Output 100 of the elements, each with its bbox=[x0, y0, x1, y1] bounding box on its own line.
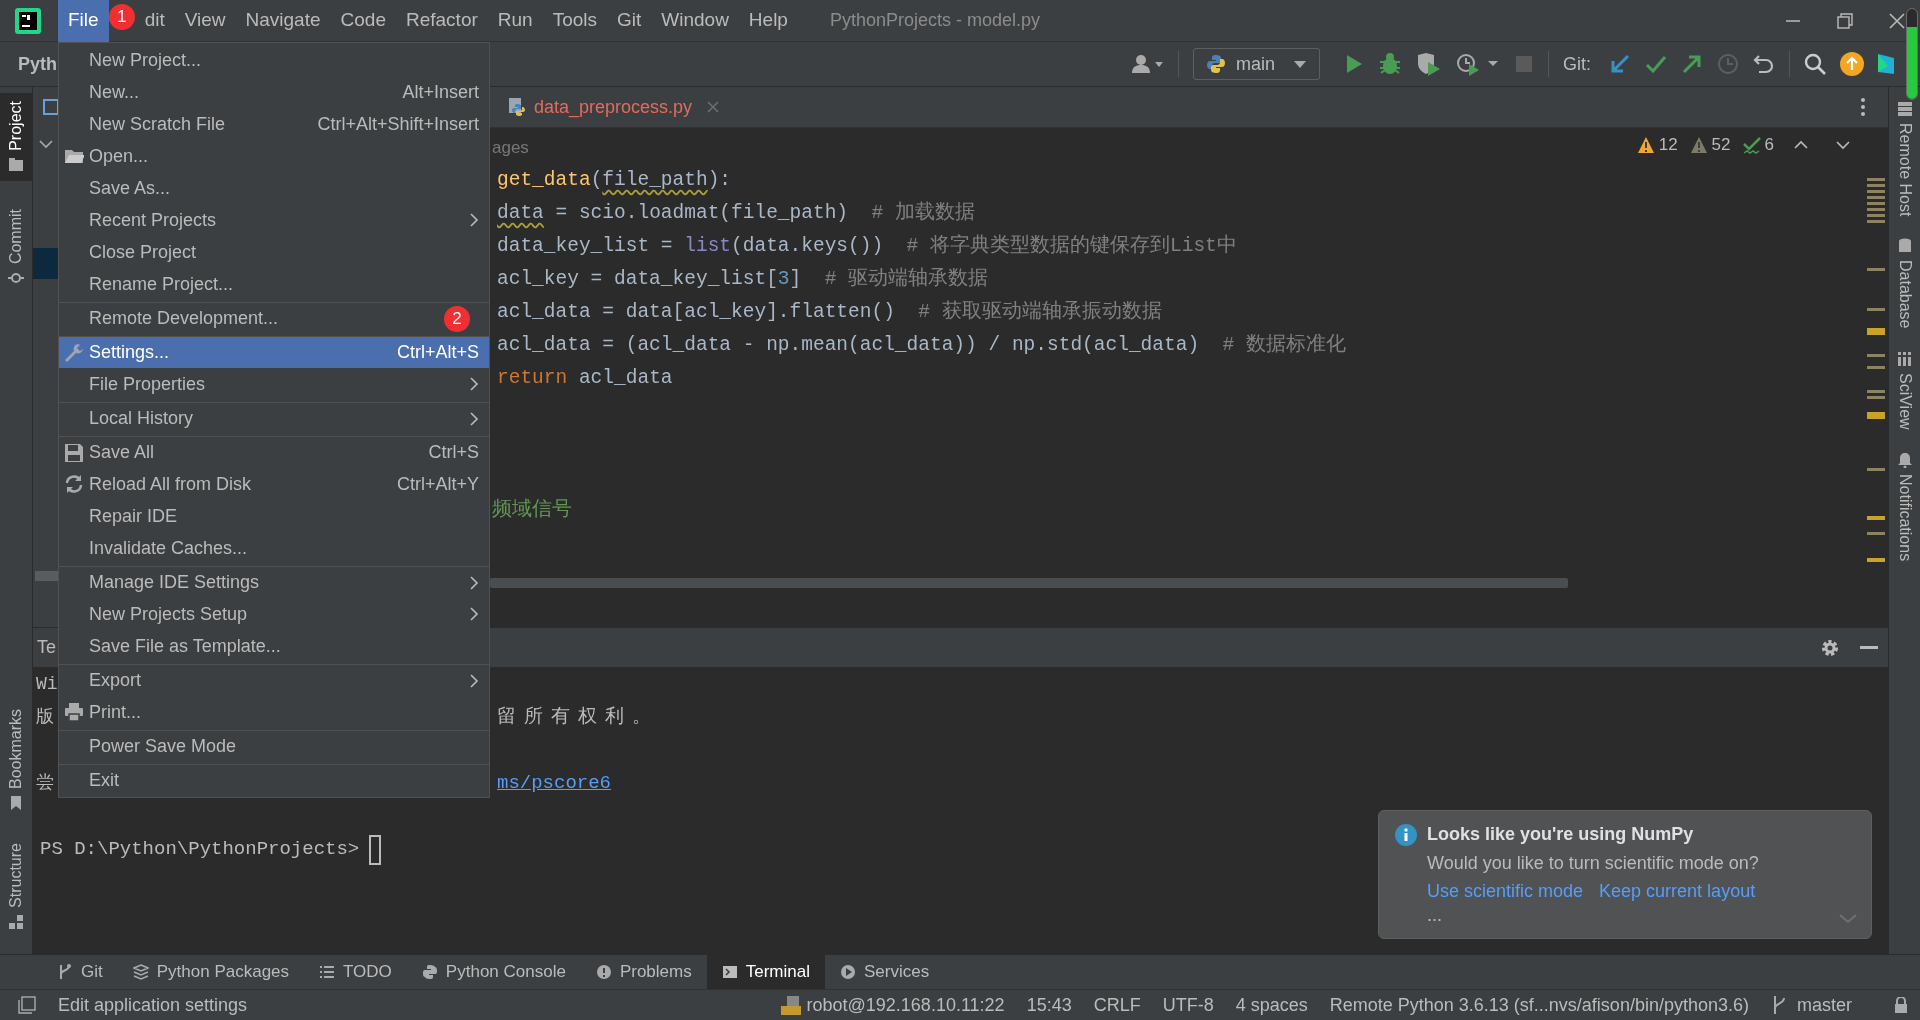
warning-icon[interactable] bbox=[1689, 135, 1708, 154]
menu-item[interactable]: Invalidate Caches... bbox=[59, 532, 489, 564]
tool-window-tab[interactable]: Python Packages bbox=[117, 954, 305, 990]
tool-window-tab[interactable]: TODO bbox=[304, 954, 407, 990]
menu-item[interactable]: Reload All from Disk Ctrl+Alt+Y bbox=[59, 468, 489, 500]
settings-icon[interactable] bbox=[1820, 637, 1840, 658]
bug-icon[interactable] bbox=[1378, 52, 1402, 76]
chevron-icon[interactable] bbox=[39, 139, 53, 149]
side-tab[interactable]: Project bbox=[0, 93, 33, 181]
tool-window-title[interactable]: Te bbox=[37, 634, 56, 661]
menu-item[interactable]: New Project... bbox=[59, 44, 489, 76]
status-item[interactable]: CRLF bbox=[1093, 991, 1141, 1019]
update-icon[interactable] bbox=[1840, 52, 1864, 76]
status-item[interactable]: Remote Python 3.6.13 (sf...nvs/afison/bin/python3.6) bbox=[1329, 991, 1749, 1019]
side-tab[interactable]: Structure bbox=[0, 835, 33, 938]
branch-icon[interactable] bbox=[1771, 995, 1787, 1015]
plugin-icon[interactable] bbox=[1878, 52, 1894, 76]
menu-item[interactable]: Exit bbox=[59, 764, 489, 796]
memory-indicator[interactable] bbox=[1906, 8, 1918, 100]
menu-item[interactable]: Tools bbox=[542, 0, 607, 42]
terminal-link[interactable]: ms/pscore6 bbox=[497, 769, 612, 798]
menu-item[interactable]: New Projects Setup bbox=[59, 598, 489, 630]
side-tab[interactable]: Database bbox=[1892, 238, 1917, 329]
close-icon[interactable] bbox=[1888, 11, 1906, 30]
menu-item[interactable]: Open... bbox=[59, 140, 489, 172]
menu-item[interactable]: Save File as Template... bbox=[59, 630, 489, 662]
status-item[interactable]: UTF-8 bbox=[1162, 991, 1214, 1019]
arrow-down-left-icon[interactable] bbox=[1609, 53, 1631, 75]
warning-icon[interactable] bbox=[1636, 135, 1655, 154]
terminal-text: 版 bbox=[36, 707, 54, 728]
menu-item[interactable]: Window bbox=[651, 0, 739, 42]
undo-icon[interactable] bbox=[1753, 53, 1775, 75]
search-icon[interactable] bbox=[1804, 53, 1826, 75]
side-tab[interactable]: Bookmarks bbox=[0, 701, 33, 820]
check-icon[interactable] bbox=[1645, 53, 1667, 75]
shield-run-icon[interactable] bbox=[1416, 52, 1442, 76]
inspection-count[interactable]: 12 bbox=[1658, 132, 1678, 158]
notification-link[interactable]: Use scientific mode bbox=[1427, 878, 1584, 905]
menu-item[interactable]: dit bbox=[134, 0, 175, 42]
minimize-icon[interactable] bbox=[1860, 645, 1878, 650]
inspection-count[interactable]: 52 bbox=[1711, 132, 1731, 158]
restore-icon[interactable] bbox=[1836, 11, 1854, 30]
menu-item[interactable]: Export bbox=[59, 664, 489, 696]
horizontal-scrollbar[interactable] bbox=[490, 578, 1568, 588]
menu-item[interactable]: Manage IDE Settings bbox=[59, 566, 489, 598]
notification-link[interactable]: Keep current layout bbox=[1599, 878, 1756, 905]
menu-item[interactable]: Power Save Mode bbox=[59, 730, 489, 762]
clock-run-icon[interactable] bbox=[1456, 52, 1500, 76]
menu-item[interactable]: Recent Projects bbox=[59, 204, 489, 236]
chevron-down-icon[interactable] bbox=[1836, 139, 1850, 150]
menu-item[interactable]: File Properties bbox=[59, 368, 489, 400]
menu-item[interactable]: Code bbox=[330, 0, 396, 42]
menu-item[interactable]: New Scratch File Ctrl+Alt+Shift+Insert bbox=[59, 108, 489, 140]
side-tab[interactable]: Commit bbox=[0, 200, 33, 294]
scrollbar[interactable] bbox=[35, 571, 59, 581]
user-icon[interactable] bbox=[1129, 53, 1164, 75]
menu-item[interactable]: Save As... bbox=[59, 172, 489, 204]
tool-window-tab[interactable]: Services bbox=[824, 954, 945, 990]
chevron-up-icon[interactable] bbox=[1794, 139, 1808, 150]
status-item[interactable]: 15:43 bbox=[1026, 991, 1072, 1019]
status-item[interactable]: robot@192.168.10.11:22 bbox=[806, 991, 1005, 1019]
side-tab[interactable]: SciView bbox=[1892, 350, 1917, 430]
menu-item[interactable]: Save All Ctrl+S bbox=[59, 436, 489, 468]
side-tab[interactable]: Notifications bbox=[1892, 451, 1917, 561]
side-tab[interactable]: Remote Host bbox=[1892, 101, 1917, 217]
check-icon[interactable] bbox=[1742, 135, 1761, 154]
python-icon bbox=[421, 964, 438, 980]
tool-window-tab[interactable]: Git bbox=[42, 954, 118, 990]
menu-item[interactable]: Git bbox=[607, 0, 652, 42]
status-item[interactable]: 4 spaces bbox=[1235, 991, 1308, 1019]
more-icon[interactable] bbox=[1860, 97, 1866, 117]
menu-item[interactable]: Close Project bbox=[59, 236, 489, 268]
menu-item[interactable]: Settings... Ctrl+Alt+S bbox=[59, 336, 489, 368]
tool-window-tab[interactable]: Terminal bbox=[706, 954, 825, 990]
tool-window-tab[interactable]: Python Console bbox=[406, 954, 581, 990]
menu-item[interactable]: Rename Project... bbox=[59, 268, 489, 300]
more-text[interactable]: ... bbox=[1427, 905, 1442, 925]
menu-item[interactable]: Navigate bbox=[235, 0, 331, 42]
menu-item[interactable]: Print... bbox=[59, 696, 489, 728]
panel-icon[interactable] bbox=[18, 996, 36, 1014]
menu-item[interactable]: Local History bbox=[59, 402, 489, 434]
menu-item[interactable]: New... Alt+Insert bbox=[59, 76, 489, 108]
menu-item[interactable]: View bbox=[174, 0, 236, 42]
lock-icon[interactable] bbox=[1894, 997, 1908, 1013]
menu-item[interactable]: Repair IDE bbox=[59, 500, 489, 532]
menu-item[interactable]: Help bbox=[738, 0, 798, 42]
code-line: data = scio.loadmat(file_path) # 加载数据 bbox=[496, 200, 975, 226]
code-line: acl_key = data_key_list[3] # 驱动端轴承数据 bbox=[496, 266, 989, 292]
menu-item[interactable]: File bbox=[58, 0, 109, 42]
status-item[interactable]: master bbox=[1797, 991, 1852, 1019]
menu-item[interactable]: Refactor bbox=[395, 0, 488, 42]
run-config-dropdown[interactable]: main bbox=[1192, 48, 1320, 80]
layers-icon bbox=[132, 964, 149, 980]
sftp-icon[interactable] bbox=[778, 994, 801, 1016]
inspection-count[interactable]: 6 bbox=[1764, 132, 1774, 158]
tool-window-tab[interactable]: Problems bbox=[580, 954, 707, 990]
app-logo-icon[interactable] bbox=[14, 6, 42, 35]
editor-tab[interactable]: data_preprocess.py bbox=[502, 86, 727, 128]
arrow-up-right-icon[interactable] bbox=[1681, 53, 1703, 75]
menu-item[interactable]: Run bbox=[487, 0, 543, 42]
